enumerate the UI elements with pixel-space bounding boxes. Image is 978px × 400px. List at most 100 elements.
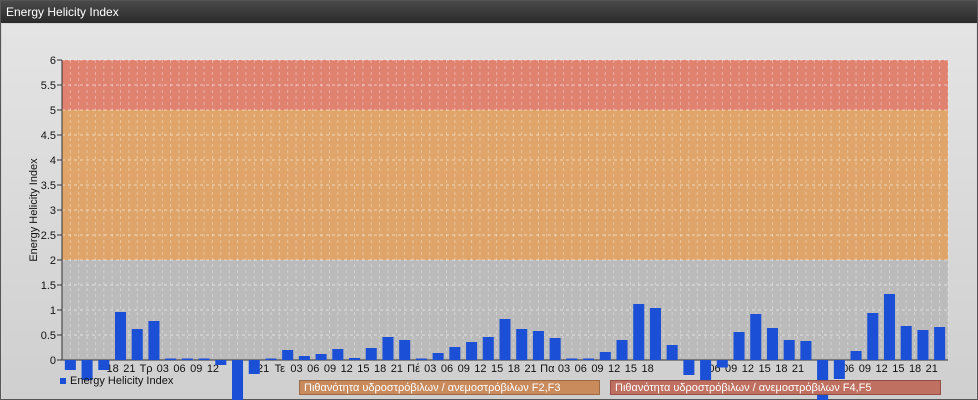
bar [232,360,244,400]
x-tick-label: 15 [357,363,369,375]
bar [399,340,411,360]
bar [215,360,227,365]
y-axis-label: Energy Helicity Index [28,158,40,262]
y-tick-label: 1 [50,305,56,317]
series-legend-swatch [60,378,66,385]
bar [850,351,862,360]
x-tick-label: 12 [341,363,353,375]
x-tick-label: 21 [123,363,135,375]
x-tick-label: Πα [540,363,555,375]
x-tick-label: 06 [307,363,319,375]
bar-chart: 0 0.5 1 1.5 2 2.5 3 3.5 4 4.5 5 5.5 6 Energy Helicity… [28,55,949,400]
x-tick-label: 21 [391,363,403,375]
bar [332,349,344,360]
x-tick-label: 03 [290,363,302,375]
x-tick-label: 18 [508,363,520,375]
bar [382,337,394,360]
x-tick-label: 12 [474,363,486,375]
x-tick-label: 09 [591,363,603,375]
x-tick-label: Τε [275,363,286,375]
x-tick-label: 12 [742,363,754,375]
x-tick-label: 09 [458,363,470,375]
bar [616,340,628,360]
x-tick-label: 12 [608,363,620,375]
x-tick-label: 21 [792,363,804,375]
bar [917,330,929,360]
x-tick-label: Τρ [140,363,153,375]
bar [532,331,544,360]
x-tick-label: 06 [575,363,587,375]
bar [298,356,310,360]
bar [900,326,912,360]
x-tick-label: 03 [424,363,436,375]
bar [248,360,260,374]
y-tick-label: 2 [50,255,56,267]
bar [733,332,745,360]
x-tick-label: 18 [909,363,921,375]
bar [282,350,294,360]
bar [649,308,661,360]
bar [449,347,461,360]
bar [432,353,444,360]
bar [783,340,795,360]
bar [800,341,812,360]
bar [599,352,611,360]
legend-band-mid: Πιθανότητα υδροστρόβιλων / ανεμοστρόβιλω… [299,380,600,395]
x-tick-label: 03 [157,363,169,375]
y-tick-label: 0.5 [41,330,56,342]
bar [466,342,478,360]
bar [750,314,762,360]
y-tick-label: 5 [50,105,56,117]
bar [566,358,578,360]
bar [415,358,427,360]
bar [482,337,494,360]
x-tick-label: 18 [641,363,653,375]
y-tick-label: 3 [50,205,56,217]
x-tick-label: 21 [524,363,536,375]
bar [64,360,76,370]
bar [934,327,946,360]
x-tick-label: 15 [758,363,770,375]
y-tick-label: 4 [50,155,56,167]
bar [148,321,160,360]
y-tick-label: 6 [50,55,56,67]
bar [181,358,193,360]
bar [98,360,110,370]
bar [583,358,595,360]
bar [198,358,210,360]
x-tick-label: 12 [876,363,888,375]
x-tick-label: 15 [625,363,637,375]
y-tick-label: 1.5 [41,280,56,292]
bar [833,360,845,379]
bar [516,329,528,360]
bar [365,348,377,360]
bar [867,313,879,360]
bar [883,294,896,360]
y-tick-label: 2.5 [41,230,56,242]
bar [716,360,728,368]
x-tick-label: 15 [892,363,904,375]
bar [165,358,177,360]
y-tick-label: 3.5 [41,180,56,192]
bar [315,354,327,360]
bar [633,304,645,360]
x-tick-label: 06 [441,363,453,375]
bar [666,345,678,360]
x-tick-label: 21 [926,363,938,375]
legend-band-high: Πιθανότητα υδροστρόβιλων / ανεμοστρόβιλω… [610,380,941,395]
bar [549,338,561,360]
bar [131,329,143,360]
series-legend-label: Energy Helicity Index [70,375,174,387]
bar [683,360,695,375]
bar [114,312,127,360]
x-tick-label: 03 [558,363,570,375]
x-tick-label: 06 [173,363,185,375]
y-tick-label: 0 [50,355,56,367]
x-tick-label: 09 [190,363,202,375]
x-tick-label: Πέ [407,363,420,375]
x-tick-label: 09 [324,363,336,375]
bar [265,358,277,360]
y-tick-label: 5.5 [41,80,56,92]
x-tick-label: 18 [775,363,787,375]
x-tick-label: 09 [859,363,871,375]
